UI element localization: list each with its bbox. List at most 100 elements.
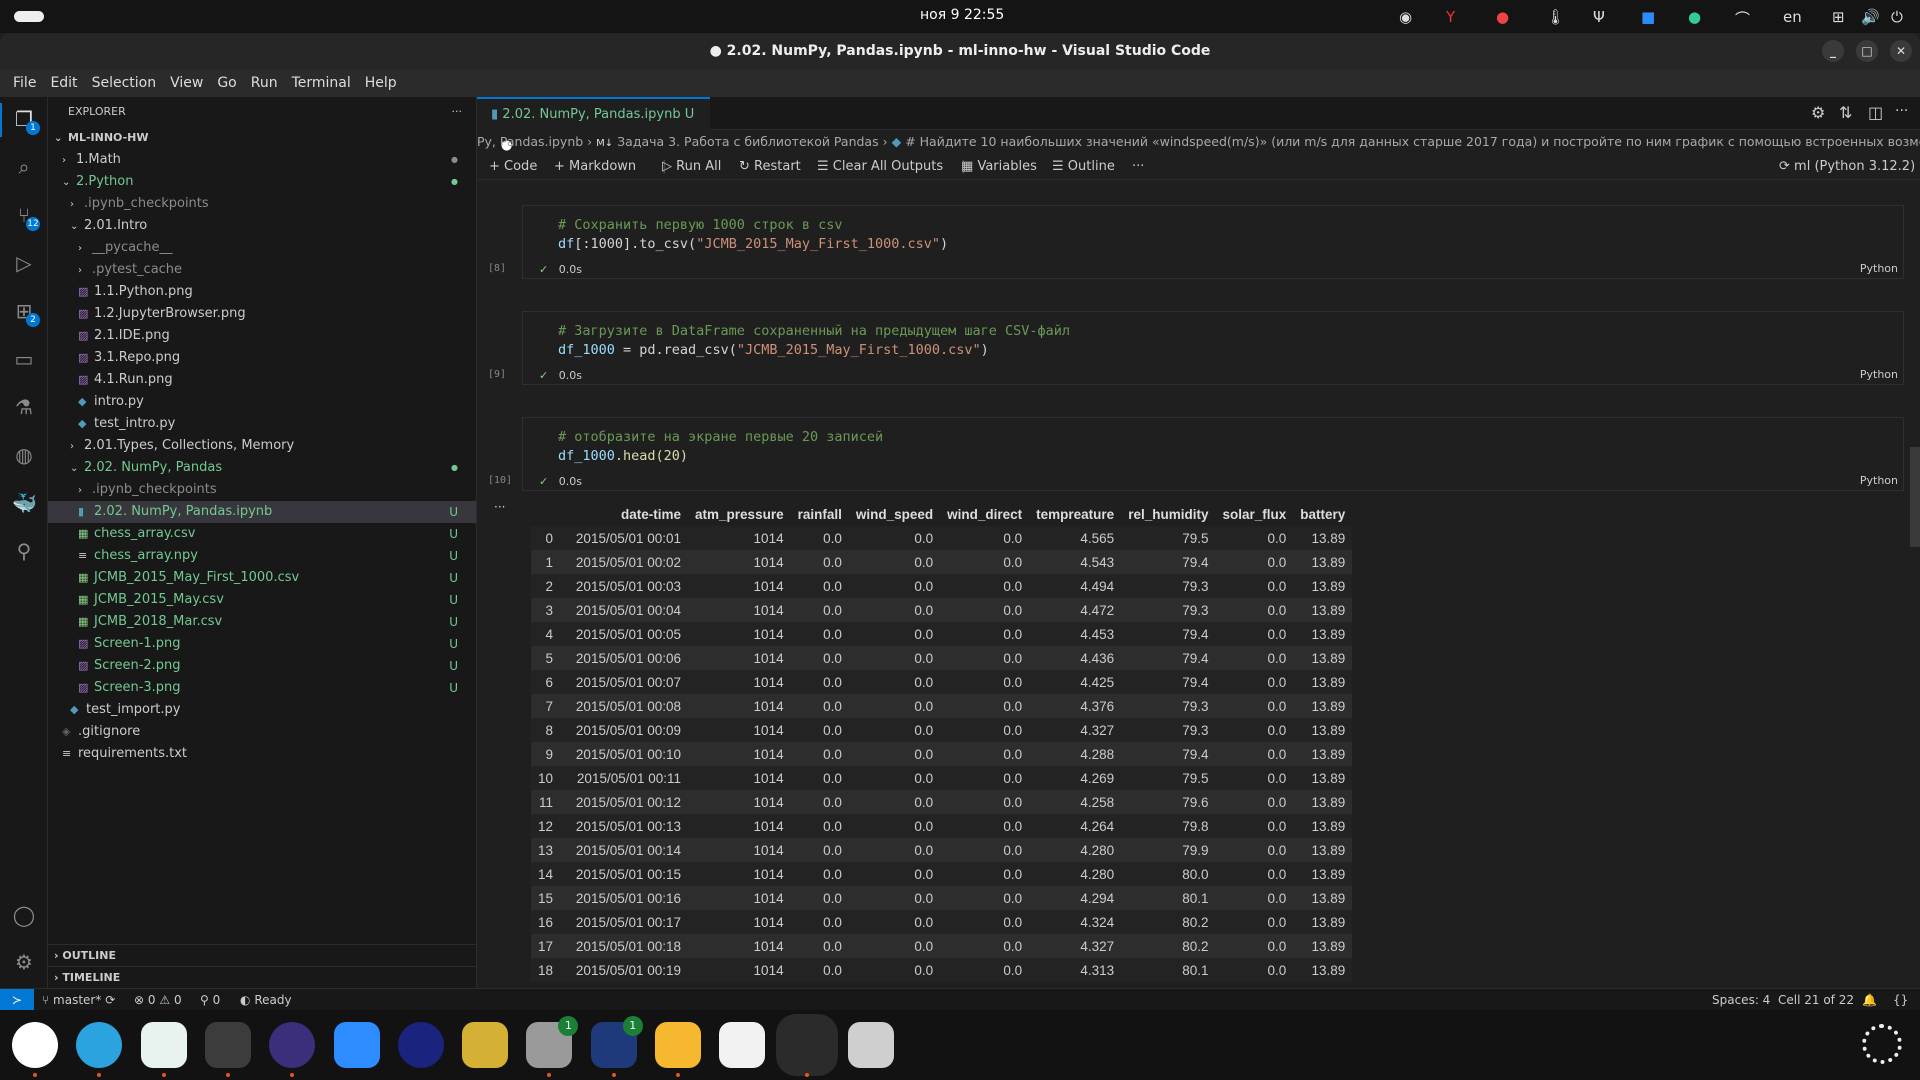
run-debug-icon[interactable]: ▷ — [12, 251, 36, 275]
activities-button[interactable] — [14, 11, 44, 22]
clock[interactable]: ноя 9 22:55 — [920, 7, 1004, 23]
terminal-icon[interactable] — [204, 1022, 251, 1068]
tab-notebook[interactable]: ▮ 2.02. NumPy, Pandas.ipynb U ● — [477, 97, 710, 153]
files-icon[interactable]: 1 — [526, 1016, 579, 1068]
problems-indicator[interactable]: ⊗ 0 ⚠ 0 — [134, 989, 182, 1011]
ufo-app-icon[interactable] — [462, 1022, 509, 1068]
extensions-icon[interactable]: ⊞ 2 — [12, 299, 40, 327]
code-cell[interactable]: # Сохранить первую 1000 строк в csv df[:1… — [488, 205, 1904, 279]
python-icon[interactable]: ⚲ — [12, 539, 36, 563]
tree-file[interactable]: ▨ Screen-3.png U — [48, 677, 476, 699]
ports-indicator[interactable]: ⚲ 0 — [200, 989, 220, 1011]
zoom-icon[interactable] — [333, 1022, 380, 1068]
code-cell[interactable]: # отобразите на экране первые 20 записей… — [488, 417, 1904, 491]
zoom-tray-icon[interactable]: ■ — [1641, 8, 1655, 26]
split-editor-icon[interactable]: ◫ — [1868, 103, 1883, 122]
kernel-status[interactable]: ◐ Ready — [240, 989, 292, 1011]
tree-file[interactable]: ▮ 2.02. NumPy, Pandas.ipynb U — [48, 501, 476, 523]
run-all-button[interactable]: ▷ Run All — [662, 154, 721, 180]
tree-file[interactable]: ▦ chess_array.csv U — [48, 523, 476, 545]
minimize-button[interactable]: _ — [1822, 40, 1844, 62]
outline-section[interactable]: › OUTLINE — [48, 944, 476, 966]
tree-file[interactable]: ▨ Screen-2.png U — [48, 655, 476, 677]
tree-file[interactable]: ▨ 1.1.Python.png — [48, 281, 476, 303]
outline-button[interactable]: ☰ Outline — [1052, 154, 1115, 180]
ufo-tray-icon[interactable]: ⌒ — [1735, 8, 1750, 29]
tree-file[interactable]: ▨ 3.1.Repo.png — [48, 347, 476, 369]
thermometer-icon[interactable]: 🌡 — [1546, 8, 1565, 26]
notification-tray-icon[interactable]: ● — [1496, 8, 1509, 26]
tree-file[interactable]: ◆ test_import.py — [48, 699, 476, 721]
midnight-commander-icon[interactable] — [397, 1022, 444, 1068]
docker-icon[interactable]: 🐳 — [12, 491, 37, 515]
tree-folder[interactable]: › 2.01.Types, Collections, Memory — [48, 435, 476, 457]
search-icon[interactable]: ⌕ — [12, 155, 36, 179]
menu-selection[interactable]: Selection — [85, 75, 164, 91]
variables-button[interactable]: ▦ Variables — [961, 154, 1037, 180]
menu-file[interactable]: File — [6, 75, 43, 91]
cell-language[interactable]: Python — [1860, 368, 1898, 381]
calculator-icon[interactable] — [655, 1022, 701, 1068]
tree-file[interactable]: ▦ JCMB_2015_May.csv U — [48, 589, 476, 611]
tree-file[interactable]: ≡ requirements.txt — [48, 743, 476, 765]
tree-file[interactable]: ◆ test_intro.py — [48, 413, 476, 435]
remote-indicator[interactable]: ≻ — [0, 989, 34, 1010]
output-more-button[interactable]: ··· — [494, 500, 505, 514]
menu-run[interactable]: Run — [244, 75, 285, 91]
tasks-tray-icon[interactable]: ◉ — [1399, 8, 1412, 26]
cell-position[interactable]: Cell 21 of 22 — [1778, 989, 1854, 1011]
thunderbird-icon[interactable]: 1 — [590, 1016, 643, 1068]
settings-gear-icon[interactable]: ⚙ — [12, 950, 36, 974]
remote-desktop-icon[interactable] — [140, 1022, 187, 1068]
telegram-icon[interactable] — [76, 1022, 123, 1068]
kernel-picker[interactable]: ⟳ ml (Python 3.12.2) — [1779, 154, 1915, 180]
tree-file[interactable]: ≡ chess_array.npy U — [48, 545, 476, 567]
tree-folder[interactable]: › __pycache__ — [48, 237, 476, 259]
indentation-indicator[interactable]: Spaces: 4 — [1712, 989, 1770, 1011]
workspace-root[interactable]: ⌄ ML-INNO-HW — [48, 127, 476, 149]
notebook-settings-icon[interactable]: ⚙ — [1811, 103, 1825, 122]
volume-icon[interactable]: 🔊 — [1861, 8, 1880, 26]
gitlens-icon[interactable]: ◍ — [12, 443, 36, 467]
bell-icon[interactable]: 🔔 — [1862, 989, 1877, 1011]
tree-folder[interactable]: ⌄ 2.01.Intro — [48, 215, 476, 237]
cell-editor[interactable]: # Сохранить первую 1000 строк в csv df[:1… — [523, 206, 1903, 268]
tree-file[interactable]: ▦ JCMB_2015_May_First_1000.csv U — [48, 567, 476, 589]
tree-folder[interactable]: ⌄ 2.Python ● — [48, 171, 476, 193]
breadcrumb-cell[interactable]: # Найдите 10 наибольших значений «windsp… — [905, 134, 1920, 149]
explorer-icon[interactable]: ❐ 1 — [12, 107, 40, 135]
open-changes-icon[interactable]: ⇅ — [1839, 103, 1852, 122]
text-editor-icon[interactable] — [719, 1022, 766, 1068]
scrollbar-thumb[interactable] — [1910, 447, 1920, 547]
network-icon[interactable]: ⊞ — [1832, 8, 1845, 26]
tree-folder[interactable]: › .pytest_cache — [48, 259, 476, 281]
tree-folder[interactable]: › .ipynb_checkpoints — [48, 479, 476, 501]
menu-edit[interactable]: Edit — [43, 75, 84, 91]
testing-icon[interactable]: ⚗ — [12, 395, 36, 419]
cell-editor[interactable]: # Загрузите в DataFrame сохраненный на п… — [523, 312, 1903, 374]
tree-file[interactable]: ◈ .gitignore — [48, 721, 476, 743]
account-icon[interactable]: ◯ — [12, 903, 36, 927]
tree-file[interactable]: ▨ 1.2.JupyterBrowser.png — [48, 303, 476, 325]
editor-more-icon[interactable]: ··· — [1895, 103, 1908, 119]
close-button[interactable]: ✕ — [1890, 40, 1912, 62]
tasks-icon[interactable] — [269, 1022, 316, 1068]
menu-view[interactable]: View — [163, 75, 210, 91]
breadcrumb-section[interactable]: Задача 3. Работа с библиотекой Pandas — [617, 134, 878, 149]
menu-go[interactable]: Go — [210, 75, 243, 91]
trident-icon[interactable]: Ψ — [1593, 8, 1605, 26]
cell-language[interactable]: Python — [1860, 262, 1898, 275]
yandex-tray-icon[interactable]: Y — [1446, 8, 1455, 26]
menu-help[interactable]: Help — [358, 75, 404, 91]
breadcrumb-file[interactable]: Py, Pandas.ipynb — [477, 134, 583, 149]
maximize-button[interactable]: □ — [1856, 40, 1878, 62]
show-apps-icon[interactable] — [1862, 1024, 1902, 1064]
add-markdown-button[interactable]: + Markdown — [554, 154, 636, 180]
explorer-more-button[interactable]: ··· — [452, 97, 463, 127]
tree-file[interactable]: ▦ JCMB_2018_Mar.csv U — [48, 611, 476, 633]
braces-icon[interactable]: {} — [1893, 989, 1908, 1011]
tree-folder[interactable]: › .ipynb_checkpoints — [48, 193, 476, 215]
branch-indicator[interactable]: ⑂ master* ⟳ — [42, 989, 115, 1011]
timeline-section[interactable]: › TIMELINE — [48, 966, 476, 988]
cell-editor[interactable]: # отобразите на экране первые 20 записей… — [523, 418, 1903, 480]
